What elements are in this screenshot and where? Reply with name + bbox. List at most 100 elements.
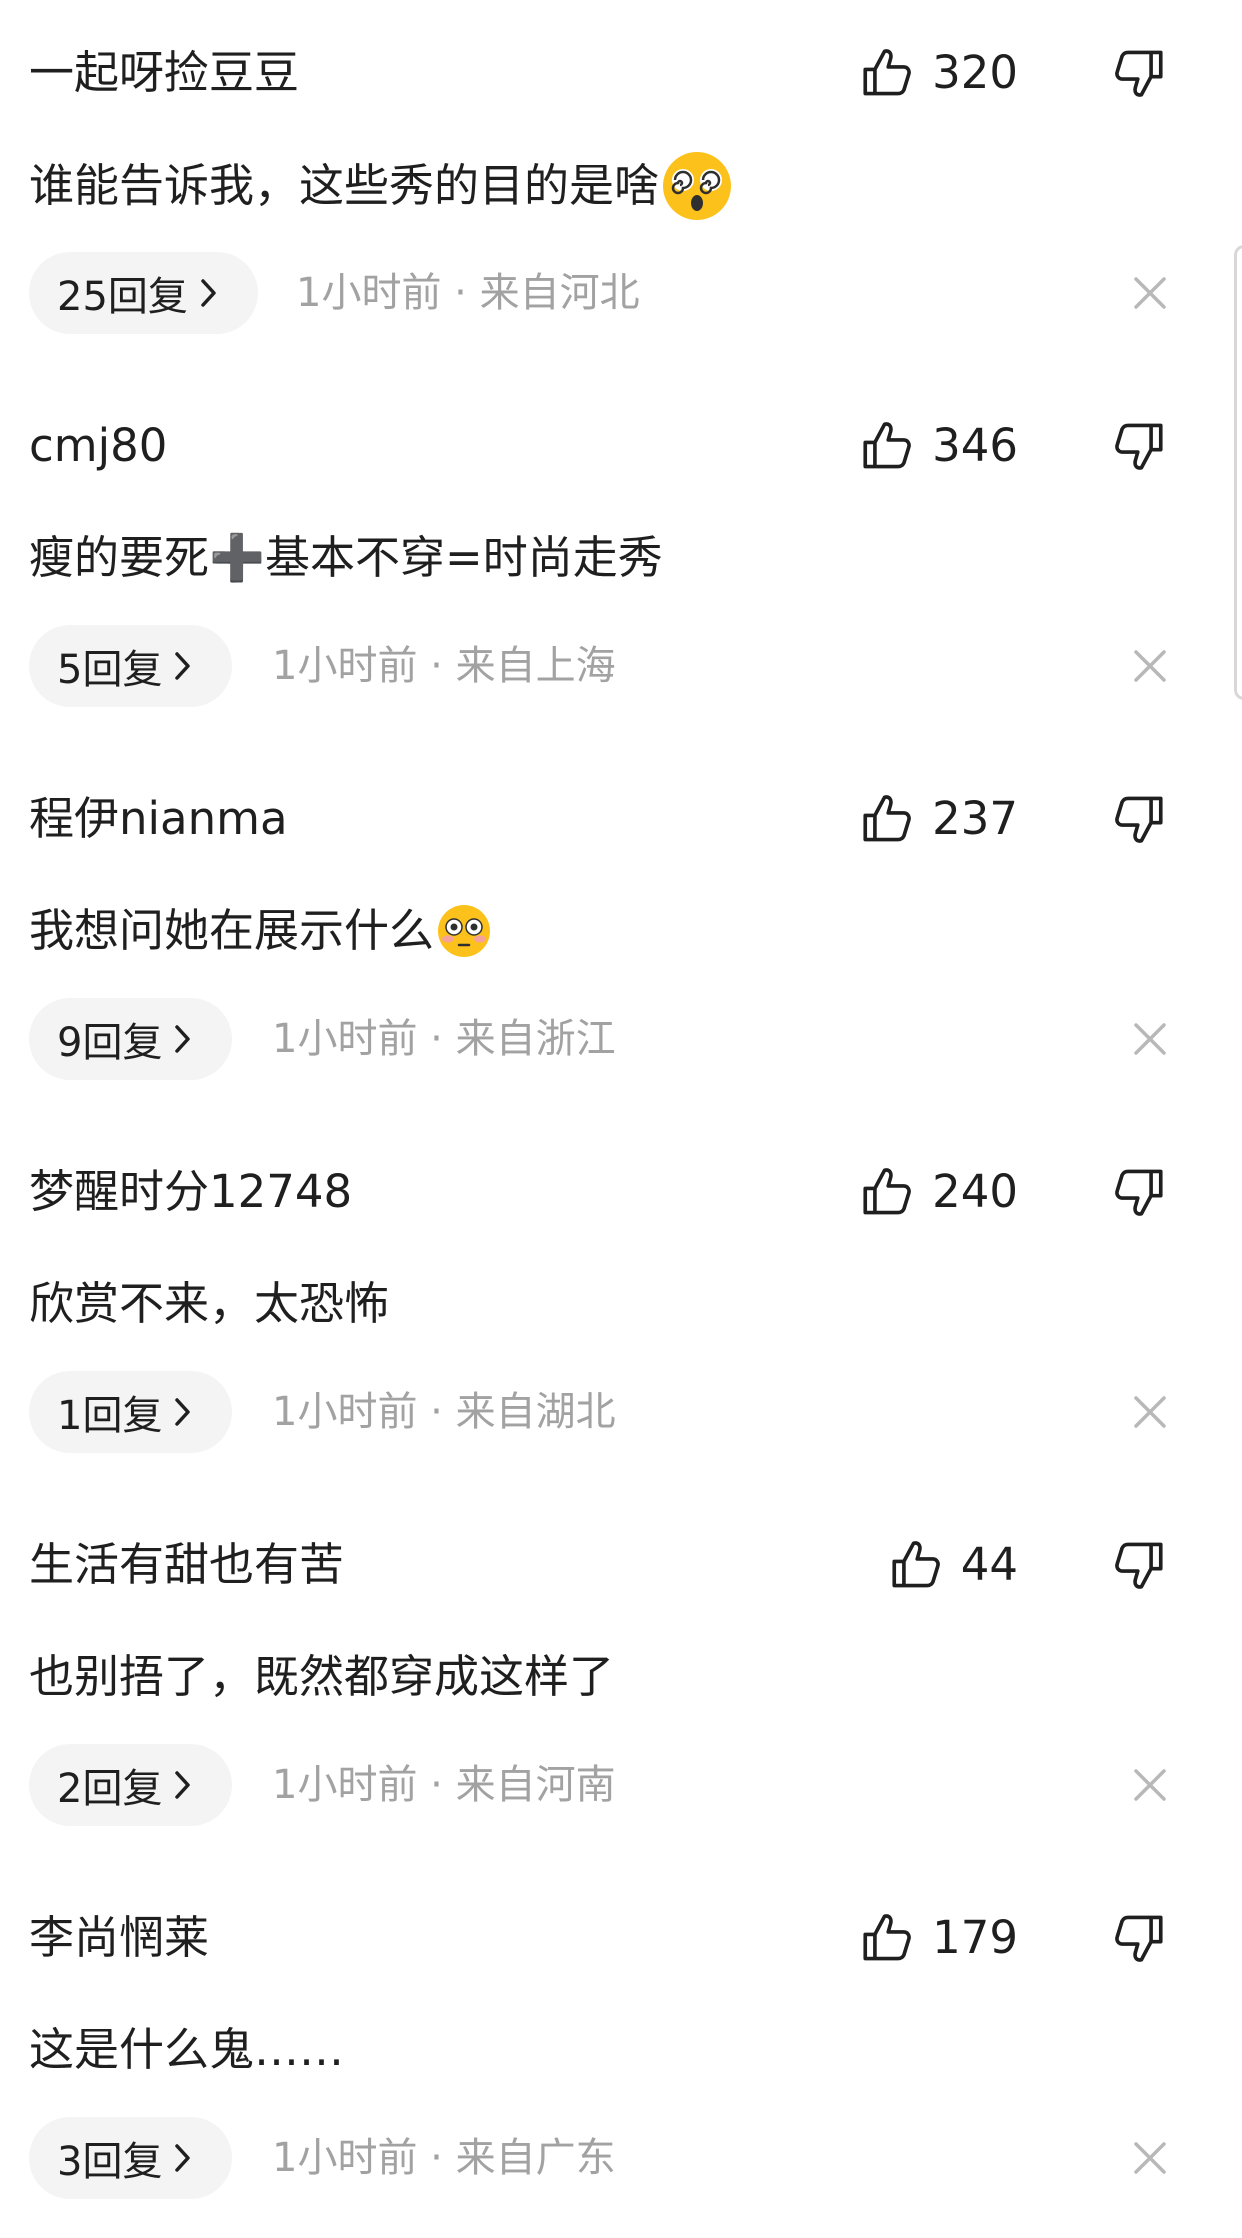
close-icon[interactable] xyxy=(1132,275,1168,311)
comment-item: 生活有甜也有苦 44 也别捂了，既然都穿成这样了 2回复 1小时前 · 来自河南 xyxy=(0,1492,1242,1865)
comment-text: 瘦的要死➕基本不穿=时尚走秀 xyxy=(29,523,663,593)
comment-username[interactable]: 程伊nianma xyxy=(29,784,288,854)
comment-text: 这是什么鬼…… xyxy=(29,2015,344,2085)
like-count: 240 xyxy=(932,1165,1018,1218)
like-count: 44 xyxy=(960,1538,1018,1591)
comment-body: 瘦的要死➕基本不穿=时尚走秀 xyxy=(29,531,663,584)
like-button[interactable]: 44 xyxy=(887,1530,1018,1600)
replies-count: 5回复 xyxy=(57,647,163,693)
comment-text: 也别捂了，既然都穿成这样了 xyxy=(29,1642,614,1712)
dislike-button[interactable] xyxy=(1110,1909,1168,1967)
comment-username[interactable]: 一起呀捡豆豆 xyxy=(29,38,299,108)
comment-time: 1小时前 xyxy=(272,2135,418,2181)
comment-username[interactable]: 生活有甜也有苦 xyxy=(29,1530,344,1600)
comment-meta: 1小时前 · 来自河北 xyxy=(296,252,640,334)
comment-meta: 1小时前 · 来自浙江 xyxy=(272,998,616,1080)
comment-item: cmj80 346 瘦的要死➕基本不穿=时尚走秀 5回复 1小时前 · 来自上海 xyxy=(0,373,1242,746)
chevron-right-icon xyxy=(175,1398,191,1426)
comment-body: 我想问她在展示什么 xyxy=(29,904,435,957)
thumbs-down-icon xyxy=(1115,50,1163,97)
comment-location: 来自广东 xyxy=(455,2135,616,2181)
replies-button[interactable]: 2回复 xyxy=(29,1744,233,1826)
comment-time: 1小时前 xyxy=(272,1016,418,1062)
comment-time: 1小时前 xyxy=(272,643,418,689)
comment-body: 谁能告诉我，这些秀的目的是啥 xyxy=(29,159,660,212)
close-icon[interactable] xyxy=(1132,1767,1168,1803)
close-icon[interactable] xyxy=(1132,648,1168,684)
comment-location: 来自浙江 xyxy=(455,1016,616,1062)
comment-meta: 1小时前 · 来自上海 xyxy=(272,625,616,707)
replies-count: 2回复 xyxy=(57,1766,163,1812)
flushed-face-emoji xyxy=(438,905,491,957)
meta-separator: · xyxy=(417,1016,456,1062)
comment-time: 1小时前 xyxy=(272,1762,418,1808)
thumbs-up-icon xyxy=(863,49,911,96)
comment-text: 我想问她在展示什么 xyxy=(29,896,492,966)
close-icon[interactable] xyxy=(1132,2140,1168,2176)
thumbs-up-icon xyxy=(892,1541,940,1588)
comment-location: 来自河北 xyxy=(479,270,640,316)
thumbs-up-icon xyxy=(863,422,911,469)
dislike-button[interactable] xyxy=(1110,417,1168,475)
comment-body: 也别捂了，既然都穿成这样了 xyxy=(29,1650,615,1703)
replies-button[interactable]: 5回复 xyxy=(29,625,233,707)
dislike-button[interactable] xyxy=(1110,1536,1168,1594)
comment-location: 来自河南 xyxy=(455,1762,616,1808)
comment-meta: 1小时前 · 来自湖北 xyxy=(272,1371,616,1453)
like-count: 320 xyxy=(932,46,1018,99)
thumbs-down-icon xyxy=(1115,1915,1163,1962)
thumbs-up-icon xyxy=(863,795,911,842)
thumbs-down-icon xyxy=(1115,423,1163,470)
dislike-button[interactable] xyxy=(1110,790,1168,848)
thumbs-down-icon xyxy=(1115,1542,1163,1589)
comment-meta: 1小时前 · 来自广东 xyxy=(272,2117,616,2199)
like-count: 346 xyxy=(932,419,1018,472)
comment-item: 李尚惘莱 179 这是什么鬼…… 3回复 1小时前 · 来自广东 xyxy=(0,1865,1242,2238)
comment-item: 一起呀捡豆豆 320 谁能告诉我，这些秀的目的是啥 25回复 1小时前 · 来自… xyxy=(0,0,1242,373)
thumbs-up-icon xyxy=(863,1168,911,1215)
comment-username[interactable]: 李尚惘莱 xyxy=(29,1903,209,1973)
replies-count: 3回复 xyxy=(57,2139,163,2185)
like-count: 179 xyxy=(932,1911,1018,1964)
replies-button[interactable]: 25回复 xyxy=(29,252,258,334)
chevron-right-icon xyxy=(175,652,191,680)
comment-body: 这是什么鬼…… xyxy=(29,2023,345,2076)
chevron-right-icon xyxy=(201,279,216,307)
comment-time: 1小时前 xyxy=(296,270,442,316)
replies-count: 1回复 xyxy=(57,1393,163,1439)
dizzy-face-emoji xyxy=(663,152,732,220)
chevron-right-icon xyxy=(175,1025,191,1053)
like-button[interactable]: 320 xyxy=(858,38,1018,108)
replies-button[interactable]: 1回复 xyxy=(29,1371,233,1453)
close-icon[interactable] xyxy=(1132,1021,1168,1057)
meta-separator: · xyxy=(417,1762,456,1808)
comment-time: 1小时前 xyxy=(272,1389,418,1435)
comment-text: 欣赏不来，太恐怖 xyxy=(29,1269,389,1339)
replies-button[interactable]: 9回复 xyxy=(29,998,233,1080)
like-button[interactable]: 346 xyxy=(858,411,1018,481)
chevron-right-icon xyxy=(175,2144,191,2172)
thumbs-up-icon xyxy=(863,1914,911,1961)
replies-button[interactable]: 3回复 xyxy=(29,2117,233,2199)
comment-item: 程伊nianma 237 我想问她在展示什么 9回复 1小时前 · 来自浙江 xyxy=(0,746,1242,1119)
comment-body: 欣赏不来，太恐怖 xyxy=(29,1277,390,1330)
meta-separator: · xyxy=(417,1389,456,1435)
comment-location: 来自上海 xyxy=(455,643,616,689)
meta-separator: · xyxy=(417,643,456,689)
thumbs-down-icon xyxy=(1115,796,1163,843)
replies-count: 25回复 xyxy=(57,274,188,320)
dislike-button[interactable] xyxy=(1110,1163,1168,1221)
like-button[interactable]: 240 xyxy=(858,1157,1018,1227)
chevron-right-icon xyxy=(175,1771,191,1799)
comment-username[interactable]: 梦醒时分12748 xyxy=(29,1157,352,1227)
dislike-button[interactable] xyxy=(1110,44,1168,102)
meta-separator: · xyxy=(417,2135,456,2181)
comment-text: 谁能告诉我，这些秀的目的是啥 xyxy=(29,150,733,222)
like-button[interactable]: 237 xyxy=(858,784,1018,854)
thumbs-down-icon xyxy=(1115,1169,1163,1216)
like-count: 237 xyxy=(932,792,1018,845)
like-button[interactable]: 179 xyxy=(858,1903,1018,1973)
comment-username[interactable]: cmj80 xyxy=(29,411,167,481)
meta-separator: · xyxy=(441,270,480,316)
close-icon[interactable] xyxy=(1132,1394,1168,1430)
